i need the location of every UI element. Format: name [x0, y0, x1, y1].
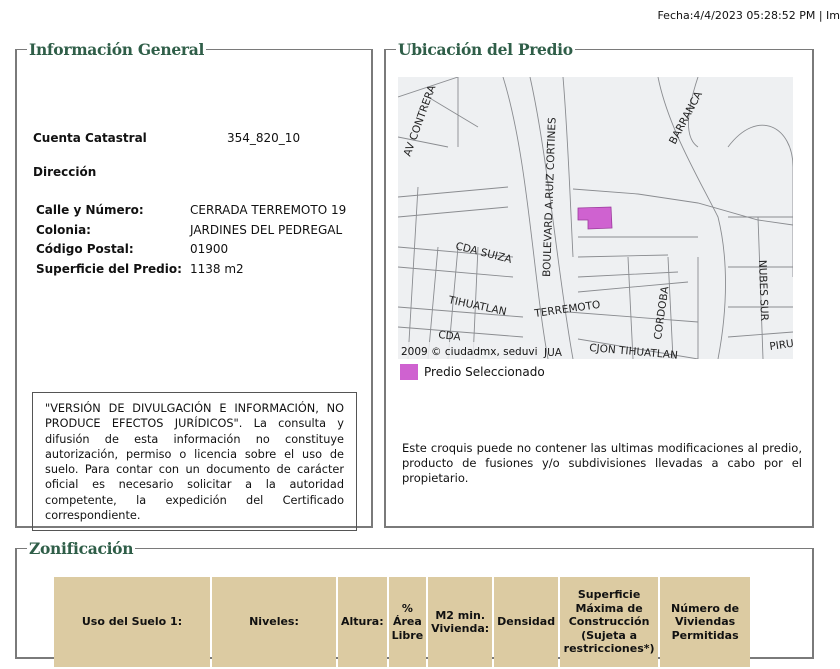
field-value: JARDINES DEL PEDREGAL: [190, 222, 343, 237]
legend-label: Predio Seleccionado: [424, 365, 545, 379]
date-and-print-bar: Fecha:4/4/2023 05:28:52 PM | Im: [657, 9, 840, 22]
informacion-general-panel: Información General Cuenta Catastral 354…: [15, 40, 373, 531]
map-label: NUBES SUR: [756, 260, 770, 321]
field-label: Colonia:: [36, 222, 91, 237]
disclaimer-box: "VERSIÓN DE DIVULGACIÓN E INFORMACIÓN, N…: [32, 392, 357, 531]
column-header: Uso del Suelo 1:: [54, 577, 210, 667]
legend-swatch: [400, 364, 418, 380]
ubicacion-predio-panel: Ubicación del Predio AV CONTRERA BOULEVA…: [384, 40, 814, 528]
map-graphic: AV CONTRERA BOULEVARD A.RUIZ CORTINES BA…: [398, 77, 793, 359]
map-label: BARRANCA: [667, 89, 705, 147]
field-label: Calle y Número:: [36, 203, 144, 217]
section-title: Zonificación: [29, 539, 134, 558]
field-label: Superficie del Predio:: [36, 261, 182, 276]
selected-parcel[interactable]: [577, 206, 613, 230]
field-value: 1138 m2: [190, 261, 244, 276]
section-title: Ubicación del Predio: [398, 40, 573, 59]
column-header: Superficie Máxima de Construcción (Sujet…: [560, 577, 659, 667]
map-label: BOULEVARD A.RUIZ CORTINES: [541, 117, 559, 277]
table-header-row: Uso del Suelo 1: Niveles: Altura: % Área…: [54, 577, 751, 667]
column-header: Densidad: [494, 577, 559, 667]
map-label: CDA SUIZA: [454, 240, 514, 266]
column-header: Número de Viviendas Permitidas: [660, 577, 751, 667]
field-value: CERRADA TERREMOTO 19: [190, 203, 347, 217]
zoning-table: Uso del Suelo 1: Niveles: Altura: % Área…: [52, 575, 752, 669]
map-label: PIRU: [769, 338, 793, 353]
field-label: Código Postal:: [36, 242, 134, 256]
cuenta-catastral-value: 354_820_10: [227, 131, 301, 145]
section-title: Información General: [29, 40, 205, 59]
zonificacion-panel: Zonificación Uso del Suelo 1: Niveles: A…: [15, 539, 814, 667]
map-label: CORDOBA: [652, 285, 671, 341]
map-label: CJON TIHUATLAN: [589, 342, 679, 359]
direccion-label: Dirección: [33, 165, 97, 179]
map-label: CDA: [438, 329, 462, 343]
map-label: TERREMOTO: [533, 299, 601, 320]
field-value: 01900: [190, 242, 229, 256]
map-label: JUA: [543, 347, 563, 359]
map-note: Este croquis puede no contener las ultim…: [402, 441, 802, 485]
cuenta-catastral-label: Cuenta Catastral: [33, 131, 147, 145]
column-header: Niveles:: [212, 577, 336, 667]
column-header: % Área Libre: [388, 577, 427, 667]
column-header: Altura:: [338, 577, 387, 667]
map-label: TIHUATLAN: [446, 294, 507, 318]
location-map[interactable]: AV CONTRERA BOULEVARD A.RUIZ CORTINES BA…: [398, 77, 793, 359]
column-header: M2 min. Vivienda:: [428, 577, 493, 667]
map-copyright: 2009 © ciudadmx, seduvi: [401, 346, 538, 358]
address-table: Calle y Número: CERRADA TERREMOTO 19 Colo…: [36, 201, 346, 279]
